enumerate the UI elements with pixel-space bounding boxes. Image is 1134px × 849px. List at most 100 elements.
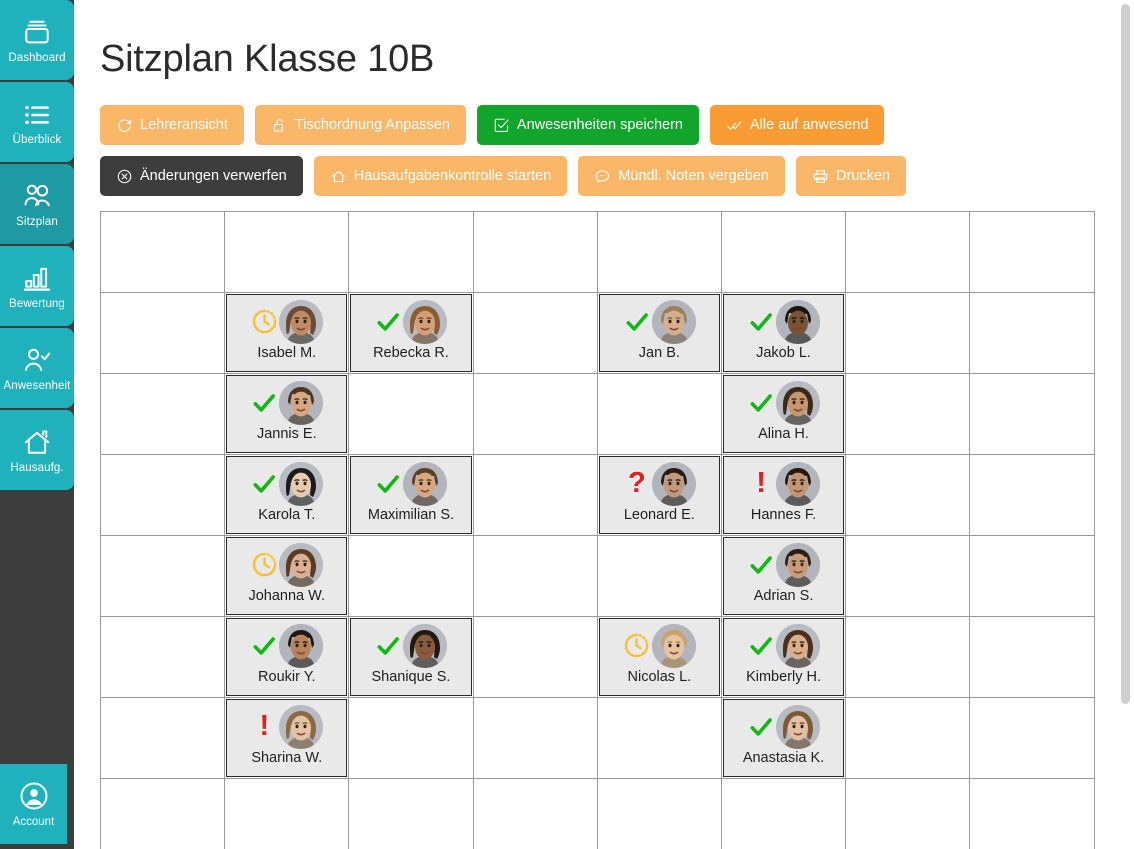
seat-cell-empty[interactable] bbox=[846, 698, 971, 779]
lehreransicht-button[interactable]: Lehreransicht bbox=[100, 105, 244, 145]
seat-cell-occupied[interactable]: Johanna W. bbox=[225, 536, 350, 617]
seat-cell-empty[interactable] bbox=[473, 293, 598, 374]
seat-cell-occupied[interactable]: Jakob L. bbox=[721, 293, 847, 374]
seat-cell-empty[interactable] bbox=[101, 374, 226, 455]
drucken-button[interactable]: Drucken bbox=[795, 156, 906, 196]
seat-cell-empty[interactable] bbox=[101, 779, 226, 849]
sidebar-item-bewertung[interactable]: Bewertung bbox=[0, 246, 74, 326]
seat-cell-empty[interactable] bbox=[101, 536, 226, 617]
seat-cell-empty[interactable] bbox=[597, 212, 722, 293]
sidebar-item--berblick[interactable]: Überblick bbox=[0, 82, 74, 162]
student-seat[interactable]: Rebecka R. bbox=[350, 294, 472, 372]
student-seat[interactable]: Karola T. bbox=[226, 456, 348, 534]
seat-cell-empty[interactable] bbox=[846, 212, 971, 293]
seat-cell-empty[interactable] bbox=[970, 617, 1095, 698]
seat-cell-occupied[interactable]: Jan B. bbox=[597, 293, 722, 374]
student-seat[interactable]: Jakob L. bbox=[722, 294, 845, 372]
seat-cell-occupied[interactable]: Shanique S. bbox=[349, 617, 474, 698]
student-seat[interactable]: Jannis E. bbox=[226, 375, 348, 453]
student-seat[interactable]: Jan B. bbox=[598, 294, 720, 372]
seat-cell-empty[interactable] bbox=[225, 212, 350, 293]
seat-cell-empty[interactable] bbox=[846, 374, 971, 455]
seat-cell-empty[interactable] bbox=[473, 374, 598, 455]
student-seat[interactable]: Isabel M. bbox=[226, 294, 348, 372]
seat-cell-occupied[interactable]: Karola T. bbox=[225, 455, 350, 536]
seat-cell-occupied[interactable]: Rebecka R. bbox=[349, 293, 474, 374]
seat-cell-empty[interactable] bbox=[349, 374, 474, 455]
seat-cell-empty[interactable] bbox=[597, 374, 722, 455]
student-seat[interactable]: Anastasia K. bbox=[722, 699, 845, 777]
seat-cell-empty[interactable] bbox=[970, 536, 1095, 617]
student-seat[interactable]: Roukir Y. bbox=[226, 618, 348, 696]
tischordnung-anpassen-button[interactable]: Tischordnung Anpassen bbox=[254, 105, 466, 145]
seat-cell-occupied[interactable]: Isabel M. bbox=[225, 293, 350, 374]
seat-cell-empty[interactable] bbox=[722, 779, 847, 849]
seat-cell-empty[interactable] bbox=[970, 212, 1095, 293]
seat-cell-occupied[interactable]: ! Hannes F. bbox=[721, 455, 847, 536]
student-seat[interactable]: ! Hannes F. bbox=[722, 456, 845, 534]
seat-cell-occupied[interactable]: Roukir Y. bbox=[225, 617, 350, 698]
seat-cell-empty[interactable] bbox=[473, 455, 598, 536]
seat-cell-empty[interactable] bbox=[846, 536, 971, 617]
seat-cell-empty[interactable] bbox=[598, 779, 722, 849]
seat-cell-empty[interactable] bbox=[101, 698, 226, 779]
seat-cell-empty[interactable] bbox=[970, 374, 1095, 455]
alle-auf-anwesend-button[interactable]: Alle auf anwesend bbox=[709, 105, 885, 145]
student-seat[interactable]: ! Sharina W. bbox=[226, 699, 348, 777]
seat-cell-empty[interactable] bbox=[721, 212, 847, 293]
mündl-noten-vergeben-button[interactable]: Mündl. Noten vergeben bbox=[578, 156, 785, 196]
student-seat[interactable]: Adrian S. bbox=[722, 537, 845, 615]
seat-cell-occupied[interactable]: Anastasia K. bbox=[721, 698, 847, 779]
seat-cell-empty[interactable] bbox=[597, 536, 722, 617]
student-seat[interactable]: Nicolas L. bbox=[598, 618, 720, 696]
student-seat[interactable]: Kimberly H. bbox=[722, 618, 845, 696]
seat-cell-empty[interactable] bbox=[846, 455, 971, 536]
student-seat[interactable]: Alina H. bbox=[722, 375, 845, 453]
seat-cell-occupied[interactable]: ! Sharina W. bbox=[225, 698, 350, 779]
anwesenheiten-speichern-button[interactable]: Anwesenheiten speichern bbox=[476, 105, 699, 145]
seat-cell-empty[interactable] bbox=[970, 293, 1095, 374]
seat-cell-empty[interactable] bbox=[473, 698, 598, 779]
seat-cell-empty[interactable] bbox=[970, 455, 1095, 536]
seat-cell-empty[interactable] bbox=[474, 779, 598, 849]
seat-cell-empty[interactable] bbox=[846, 779, 971, 849]
seat-cell-occupied[interactable]: Jannis E. bbox=[225, 374, 350, 455]
sidebar-item-sitzplan[interactable]: Sitzplan bbox=[0, 164, 74, 244]
sidebar-item-dashboard[interactable]: Dashboard bbox=[0, 0, 74, 80]
änderungen-verwerfen-button[interactable]: Änderungen verwerfen bbox=[100, 156, 303, 196]
seat-cell-empty[interactable] bbox=[349, 536, 474, 617]
seat-cell-occupied[interactable]: Maximilian S. bbox=[349, 455, 474, 536]
seat-cell-empty[interactable] bbox=[101, 455, 226, 536]
student-seat[interactable]: Maximilian S. bbox=[350, 456, 472, 534]
seat-cell-occupied[interactable]: Nicolas L. bbox=[597, 617, 722, 698]
seat-cell-occupied[interactable]: Adrian S. bbox=[721, 536, 847, 617]
seat-cell-empty[interactable] bbox=[846, 293, 971, 374]
seat-cell-empty[interactable] bbox=[101, 617, 226, 698]
seat-cell-empty[interactable] bbox=[597, 698, 722, 779]
seat-cell-empty[interactable] bbox=[349, 779, 474, 849]
sidebar-item-account[interactable]: Account bbox=[0, 764, 67, 844]
scrollbar-thumb[interactable] bbox=[1121, 4, 1130, 704]
seat-cell-empty[interactable] bbox=[101, 293, 226, 374]
seat-cell-empty[interactable] bbox=[473, 617, 598, 698]
seat-cell-empty[interactable] bbox=[970, 698, 1095, 779]
check-square-icon bbox=[493, 117, 510, 134]
seat-cell-empty[interactable] bbox=[473, 212, 598, 293]
seat-cell-empty[interactable] bbox=[970, 779, 1095, 849]
sidebar-item-anwesenheit[interactable]: Anwesenheit bbox=[0, 328, 74, 408]
hausaufgabenkontrolle-starten-button[interactable]: Hausaufgabenkontrolle starten bbox=[313, 156, 568, 196]
student-seat[interactable]: ? Leonard E. bbox=[598, 456, 720, 534]
sidebar-item-hausaufg[interactable]: Hausaufg. bbox=[0, 410, 74, 490]
seat-cell-empty[interactable] bbox=[846, 617, 971, 698]
seat-cell-occupied[interactable]: Kimberly H. bbox=[721, 617, 847, 698]
seat-cell-empty[interactable] bbox=[101, 212, 226, 293]
seat-cell-empty[interactable] bbox=[349, 212, 474, 293]
student-seat[interactable]: Johanna W. bbox=[226, 537, 348, 615]
seat-cell-empty[interactable] bbox=[225, 779, 350, 849]
seat-cell-empty[interactable] bbox=[349, 698, 474, 779]
seat-cell-occupied[interactable]: Alina H. bbox=[721, 374, 847, 455]
scrollbar-track[interactable] bbox=[1121, 0, 1132, 849]
student-seat[interactable]: Shanique S. bbox=[350, 618, 472, 696]
seat-cell-occupied[interactable]: ? Leonard E. bbox=[597, 455, 722, 536]
seat-cell-empty[interactable] bbox=[473, 536, 598, 617]
